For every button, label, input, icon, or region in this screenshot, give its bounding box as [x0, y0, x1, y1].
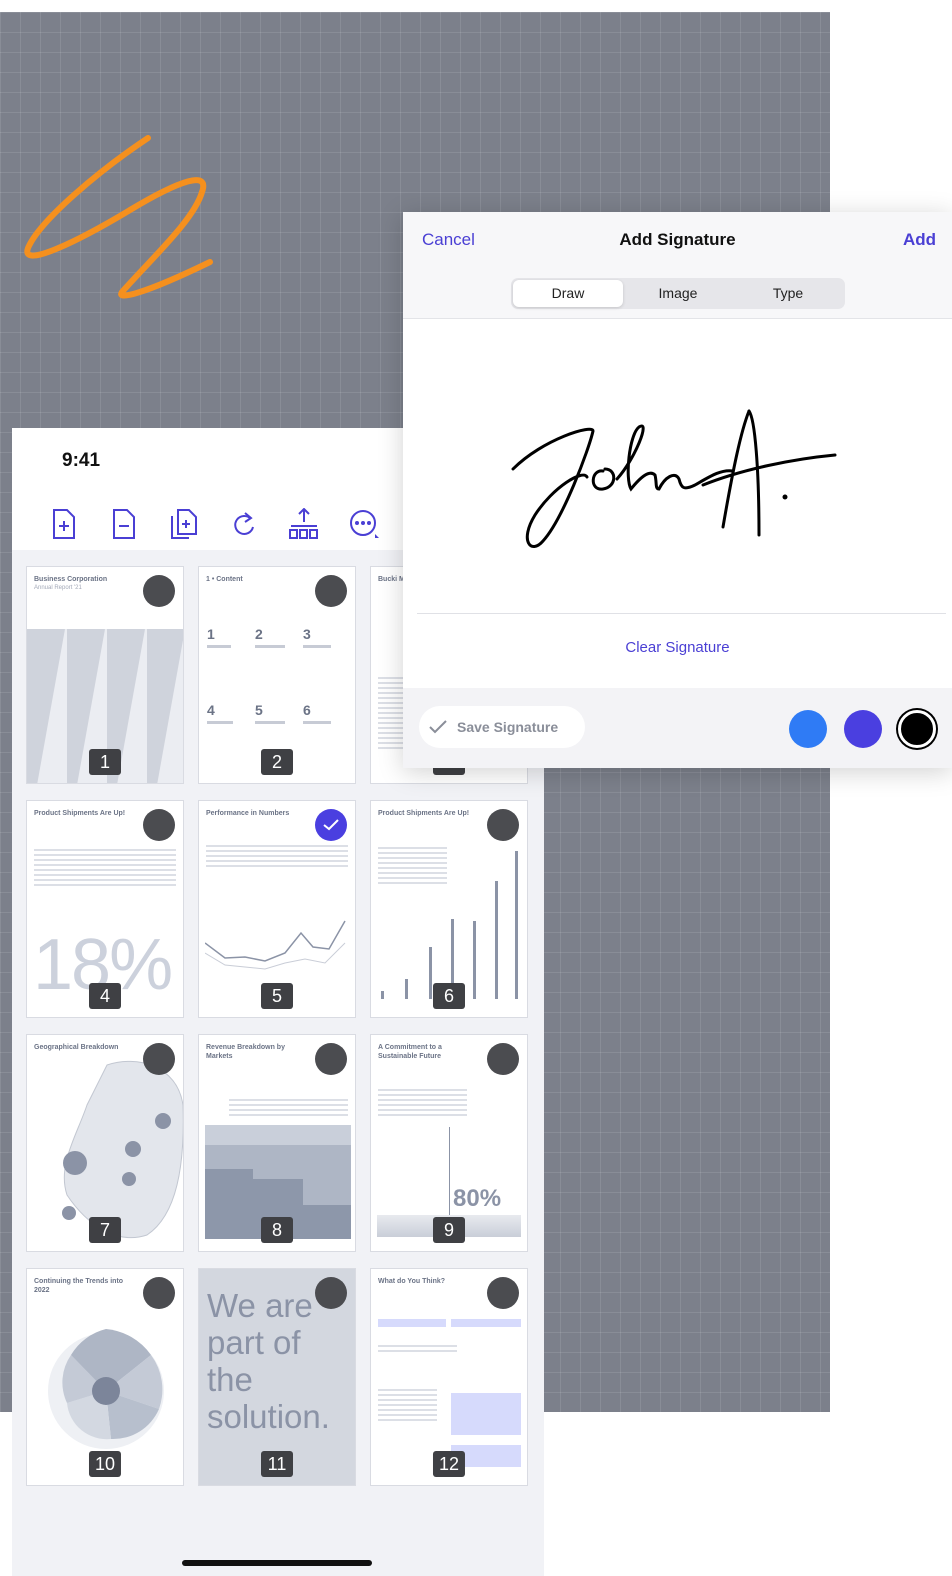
page-select-toggle[interactable]	[143, 1277, 175, 1309]
big-percent: 80%	[453, 1185, 502, 1212]
split-icon	[289, 508, 318, 539]
page-thumbnail[interactable]: Product Shipments Are Up! 6	[370, 800, 528, 1018]
color-swatch-black[interactable]	[898, 710, 936, 748]
tab-image[interactable]: Image	[623, 280, 733, 307]
page-number: 12	[432, 1451, 466, 1477]
page-select-toggle[interactable]	[315, 1043, 347, 1075]
signature-mode-bar: Draw Image Type	[403, 268, 952, 319]
color-swatch-blue[interactable]	[789, 710, 827, 748]
page-number: 4	[89, 983, 121, 1009]
page-number: 8	[261, 1217, 293, 1243]
page-thumbnail[interactable]: Revenue Breakdown by Markets 8	[198, 1034, 356, 1252]
checkmark-icon	[323, 819, 339, 831]
tab-draw[interactable]: Draw	[513, 280, 623, 307]
svg-text:3: 3	[303, 626, 311, 642]
page-thumbnail[interactable]: Continuing the Trends into 2022 10	[26, 1268, 184, 1486]
page-thumbnail[interactable]: Business Corporation Annual Report '21 1	[26, 566, 184, 784]
page-title: What do You Think?	[378, 1278, 446, 1285]
page-number: 2	[261, 749, 293, 775]
dialog-header: Cancel Add Signature Add	[403, 212, 952, 268]
page-title: Product Shipments Are Up!	[378, 810, 470, 817]
page-title: Performance in Numbers	[206, 810, 290, 817]
indicator-line	[449, 1127, 450, 1217]
page-thumbnail[interactable]: A Commitment to a Sustainable Future 80%…	[370, 1034, 528, 1252]
remove-page-icon	[113, 509, 135, 539]
page-select-toggle[interactable]	[487, 1043, 519, 1075]
page-number: 6	[433, 983, 465, 1009]
duplicate-page-icon	[171, 509, 197, 539]
split-pages-button[interactable]	[274, 504, 334, 544]
dialog-footer: Save Signature	[403, 688, 952, 768]
page-select-toggle[interactable]	[143, 809, 175, 841]
clear-signature-button[interactable]: Clear Signature	[403, 639, 952, 656]
signature-baseline	[417, 613, 946, 614]
svg-text:4: 4	[207, 702, 215, 718]
page-select-toggle[interactable]	[487, 809, 519, 841]
svg-text:6: 6	[303, 702, 311, 718]
svg-text:2: 2	[255, 626, 263, 642]
radial-chart	[48, 1329, 164, 1449]
save-signature-label: Save Signature	[457, 719, 559, 735]
more-icon	[350, 510, 379, 538]
page-title: Business Corporation	[34, 576, 108, 583]
page-select-toggle[interactable]	[315, 575, 347, 607]
svg-text:1: 1	[207, 626, 215, 642]
dialog-title: Add Signature	[619, 230, 736, 249]
remove-page-button[interactable]	[94, 504, 154, 544]
page-title: Continuing the Trends into 2022	[34, 1278, 124, 1294]
add-page-icon	[53, 509, 75, 539]
page-select-toggle[interactable]	[143, 1043, 175, 1075]
page-select-toggle[interactable]	[315, 1277, 347, 1309]
page-subtitle: Annual Report '21	[34, 585, 82, 591]
page-title: We are part of the solution.	[207, 1287, 330, 1435]
map-graphic	[62, 1060, 183, 1239]
signature-drawing-canvas[interactable]	[403, 319, 952, 609]
page-thumbnail[interactable]: Geographical Breakdown 7	[26, 1034, 184, 1252]
page-thumbnail[interactable]: Performance in Numbers 5	[198, 800, 356, 1018]
page-number: 9	[433, 1217, 465, 1243]
page-thumbnail[interactable]: 1 • Content 1 2 3 4 5 6 2	[198, 566, 356, 784]
status-time: 9:41	[62, 450, 101, 471]
page-thumbnail[interactable]: Product Shipments Are Up! 18% 4	[26, 800, 184, 1018]
page-number: 5	[261, 983, 293, 1009]
page-title: Revenue Breakdown by Markets	[206, 1044, 285, 1060]
page-select-toggle[interactable]	[487, 1277, 519, 1309]
more-options-button[interactable]	[334, 504, 394, 544]
page-select-toggle[interactable]	[315, 809, 347, 841]
orange-ink-annotation	[24, 135, 213, 299]
page-title: A Commitment to a Sustainable Future	[378, 1044, 442, 1060]
tab-type[interactable]: Type	[733, 280, 843, 307]
page-graphic: 1 2 3 4 5 6	[207, 626, 331, 724]
add-page-button[interactable]	[34, 504, 94, 544]
page-number: 11	[261, 1451, 293, 1477]
page-number: 7	[89, 1217, 121, 1243]
add-signature-dialog: Cancel Add Signature Add Draw Image Type…	[403, 212, 952, 768]
signature-mode-segmented-control: Draw Image Type	[511, 278, 845, 309]
home-indicator	[182, 1560, 372, 1566]
svg-text:5: 5	[255, 702, 263, 718]
page-title: Product Shipments Are Up!	[34, 810, 126, 817]
duplicate-page-button[interactable]	[154, 504, 214, 544]
page-toolbar	[34, 504, 394, 544]
checkmark-icon	[429, 720, 447, 734]
page-graphic	[205, 920, 346, 970]
add-button[interactable]: Add	[903, 230, 936, 250]
page-thumbnail[interactable]: We are part of the solution. 11	[198, 1268, 356, 1486]
rotate-page-button[interactable]	[214, 504, 274, 544]
color-swatch-purple[interactable]	[844, 710, 882, 748]
page-select-toggle[interactable]	[143, 575, 175, 607]
save-signature-toggle[interactable]: Save Signature	[419, 706, 585, 748]
page-thumbnail[interactable]: What do You Think? 12	[370, 1268, 528, 1486]
rotate-icon	[234, 512, 254, 535]
page-number: 1	[89, 749, 121, 775]
page-number: 10	[88, 1451, 122, 1477]
drawn-signature	[511, 409, 837, 548]
page-title: 1 • Content	[206, 576, 243, 583]
